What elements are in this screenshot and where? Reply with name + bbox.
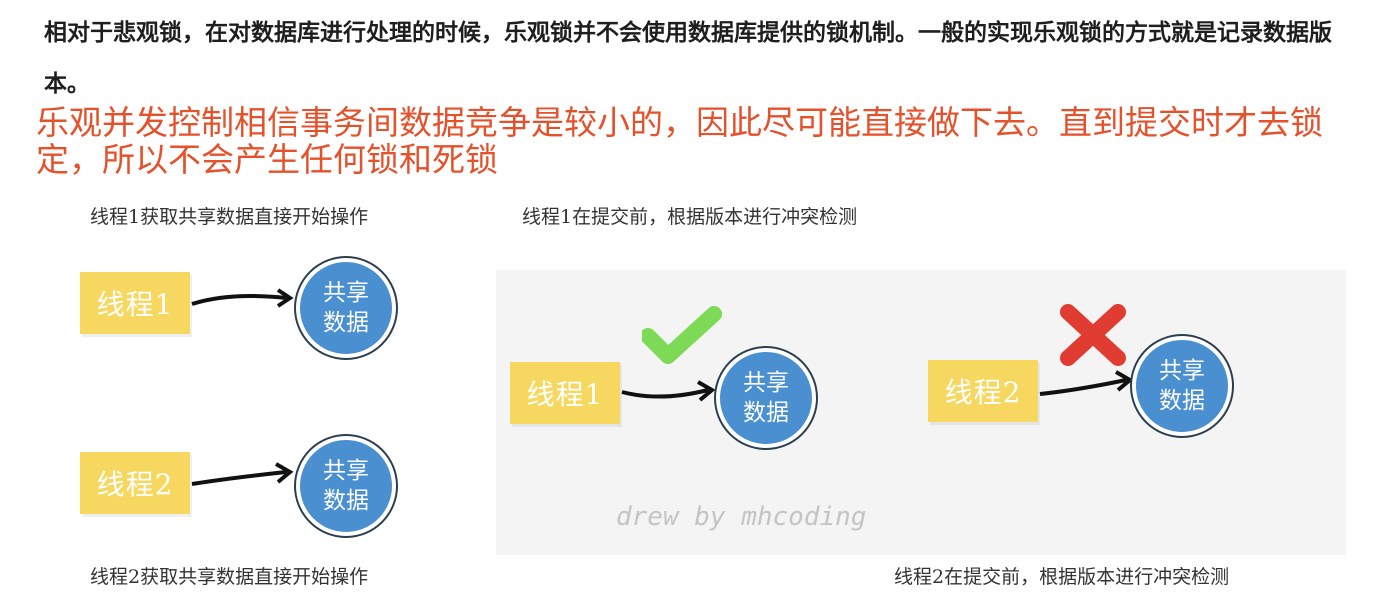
shared-data-line1: 共享	[323, 280, 369, 306]
caption-bottom-left: 线程2获取共享数据直接开始操作	[90, 566, 369, 588]
shared-data-line1: 共享	[323, 458, 369, 484]
shared-data-blob: 共享 数据	[296, 436, 396, 536]
check-icon	[642, 306, 722, 364]
shared-data-line2: 数据	[323, 488, 369, 514]
shared-data-blob: 共享 数据	[1132, 336, 1232, 436]
arrow-icon	[621, 380, 716, 402]
thread2-box: 线程2	[80, 452, 190, 514]
thread1-label: 线程1	[96, 288, 174, 321]
arrow-icon	[1039, 370, 1134, 396]
shared-data-line2: 数据	[323, 310, 369, 336]
shared-data-line1: 共享	[743, 370, 789, 396]
intro-paragraph: 相对于悲观锁，在对数据库进行处理的时候，乐观锁并不会使用数据库提供的锁机制。一般…	[44, 20, 1332, 97]
thread2-box: 线程2	[928, 360, 1038, 422]
cross-icon	[1060, 304, 1126, 366]
caption-bottom-right: 线程2在提交前，根据版本进行冲突检测	[894, 566, 1230, 588]
shared-data-blob: 共享 数据	[716, 348, 816, 448]
optimistic-lock-diagram: 线程1获取共享数据直接开始操作 线程1在提交前，根据版本进行冲突检测 线程2获取…	[68, 190, 1358, 600]
shared-data-line2: 数据	[1159, 388, 1205, 414]
thread1-box: 线程1	[80, 272, 190, 334]
caption-top-left: 线程1获取共享数据直接开始操作	[90, 206, 369, 228]
watermark: drew by mhcoding	[616, 502, 867, 532]
shared-data-line2: 数据	[743, 400, 789, 426]
thread2-label: 线程2	[944, 376, 1022, 409]
callout-text: 乐观并发控制相信事务间数据竞争是较小的，因此尽可能直接做下去。直到提交时才去锁定…	[36, 103, 1323, 179]
caption-top-right: 线程1在提交前，根据版本进行冲突检测	[522, 206, 858, 228]
thread2-label: 线程2	[96, 468, 174, 501]
arrow-icon	[191, 288, 294, 308]
thread1-box: 线程1	[510, 362, 620, 424]
shared-data-line1: 共享	[1159, 358, 1205, 384]
shared-data-blob: 共享 数据	[296, 258, 396, 358]
thread1-label: 线程1	[526, 378, 604, 411]
arrow-icon	[191, 462, 294, 486]
